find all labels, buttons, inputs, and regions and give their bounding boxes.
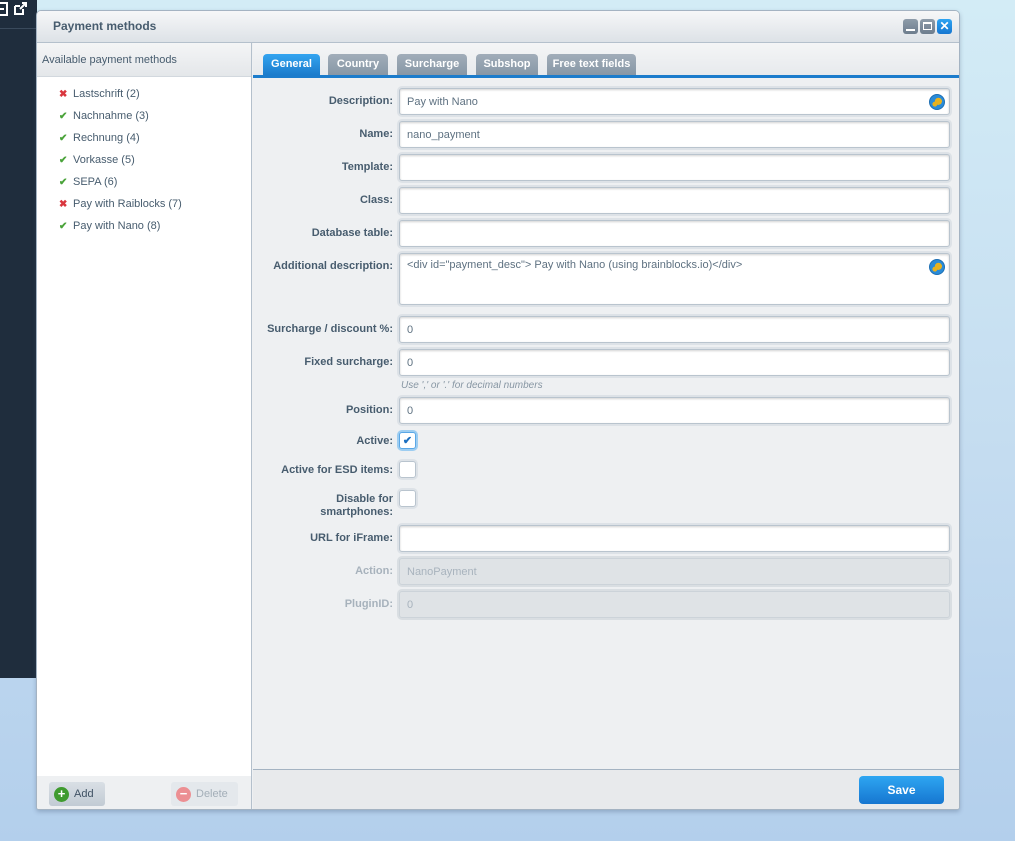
cross-icon: ✖ — [59, 88, 68, 100]
method-list-item[interactable]: ✔ Rechnung (4) — [37, 127, 251, 149]
add-button[interactable]: + Add — [49, 782, 105, 806]
window-titlebar[interactable]: Payment methods ✕ — [37, 11, 959, 43]
tab-country[interactable]: Country — [328, 54, 388, 75]
method-list-item[interactable]: ✖ Pay with Raiblocks (7) — [37, 193, 251, 215]
method-label: Pay with Nano (8) — [73, 220, 161, 232]
active-esd-checkbox[interactable] — [399, 461, 416, 478]
method-list-item[interactable]: ✔ SEPA (6) — [37, 171, 251, 193]
description-label: Description: — [328, 95, 393, 107]
url-iframe-label: URL for iFrame: — [310, 532, 393, 544]
tab-free-text-fields[interactable]: Free text fields — [547, 54, 636, 75]
minimize-icon — [906, 29, 915, 31]
tab-general[interactable]: General — [263, 54, 320, 75]
database-table-label: Database table: — [311, 227, 393, 239]
plugin-id-label: PluginID: — [344, 598, 393, 610]
surcharge-discount-label: Surcharge / discount %: — [267, 323, 393, 335]
maximize-button[interactable] — [920, 19, 935, 34]
disable-smartphones-label-line2: smartphones: — [320, 506, 393, 518]
template-input[interactable] — [399, 154, 950, 181]
translation-globe-icon[interactable] — [929, 94, 945, 110]
name-label: Name: — [359, 128, 393, 140]
background-sidebar — [0, 0, 37, 678]
tab-surcharge[interactable]: Surcharge — [397, 54, 467, 75]
bottom-toolbar: Save — [253, 769, 959, 809]
method-list: ✖ Lastschrift (2) ✔ Nachnahme (3) ✔ Rechnung … — [37, 77, 251, 237]
close-button[interactable]: ✕ — [937, 19, 952, 34]
method-list-item[interactable]: ✔ Pay with Nano (8) — [37, 215, 251, 237]
method-label: Lastschrift (2) — [73, 88, 140, 100]
tab-bar: General Country Surcharge Subshop Free t… — [253, 43, 959, 78]
fixed-surcharge-input[interactable]: 0 — [399, 349, 950, 376]
save-button[interactable]: Save — [859, 776, 944, 804]
additional-description-value: <div id="payment_desc"> Pay with Nano (u… — [407, 259, 743, 271]
cross-icon: ✖ — [59, 198, 68, 210]
check-icon: ✔ — [59, 110, 68, 122]
method-list-item[interactable]: ✔ Vorkasse (5) — [37, 149, 251, 171]
left-panel-header: Available payment methods — [37, 43, 251, 77]
maximize-icon — [923, 22, 932, 30]
fixed-surcharge-label: Fixed surcharge: — [304, 356, 393, 368]
check-icon: ✔ — [59, 220, 68, 232]
surcharge-discount-input[interactable]: 0 — [399, 316, 950, 343]
check-icon: ✔ — [59, 154, 68, 166]
minimize-button[interactable] — [903, 19, 918, 34]
method-label: Vorkasse (5) — [73, 154, 135, 166]
delete-label: Delete — [196, 788, 228, 800]
method-label: Nachnahme (3) — [73, 110, 149, 122]
class-input[interactable] — [399, 187, 950, 214]
minus-icon: − — [176, 786, 191, 802]
additional-description-label: Additional description: — [273, 260, 393, 272]
left-panel-footer: + Add − Delete — [37, 776, 251, 809]
template-label: Template: — [341, 161, 393, 173]
check-icon: ✔ — [59, 176, 68, 188]
action-input: NanoPayment — [399, 558, 950, 585]
method-label: Rechnung (4) — [73, 132, 140, 144]
class-label: Class: — [359, 194, 393, 206]
active-label: Active: — [356, 435, 393, 447]
url-iframe-input[interactable] — [399, 525, 950, 552]
action-label: Action: — [355, 565, 393, 577]
payment-methods-tree: Available payment methods ✖ Lastschrift (… — [37, 43, 252, 809]
decimal-hint: Use ',' or '.' for decimal numbers — [401, 380, 543, 391]
window-title: Payment methods — [53, 19, 157, 33]
disable-smartphones-checkbox[interactable] — [399, 490, 416, 507]
active-checkbox[interactable]: ✔ — [399, 432, 416, 449]
detail-panel: General Country Surcharge Subshop Free t… — [253, 43, 959, 809]
check-icon: ✔ — [59, 132, 68, 144]
active-esd-label: Active for ESD items: — [281, 464, 393, 476]
method-label: SEPA (6) — [73, 176, 118, 188]
disable-smartphones-label-line1: Disable for — [336, 493, 393, 505]
database-table-input[interactable] — [399, 220, 950, 247]
method-label: Pay with Raiblocks (7) — [73, 198, 182, 210]
external-link-icon[interactable] — [13, 2, 27, 16]
description-value: Pay with Nano — [407, 96, 478, 108]
collapse-icon[interactable] — [0, 2, 8, 16]
position-label: Position: — [345, 404, 393, 416]
delete-button[interactable]: − Delete — [171, 782, 238, 806]
description-input[interactable]: Pay with Nano — [399, 88, 950, 115]
method-list-item[interactable]: ✔ Nachnahme (3) — [37, 105, 251, 127]
payment-methods-window: Payment methods ✕ Available payment meth… — [36, 10, 960, 810]
plugin-id-input: 0 — [399, 591, 950, 618]
plus-icon: + — [54, 786, 69, 802]
add-label: Add — [74, 788, 94, 800]
sidebar-divider — [0, 28, 37, 29]
name-input[interactable]: nano_payment — [399, 121, 950, 148]
close-icon: ✕ — [939, 19, 950, 33]
translation-globe-icon[interactable] — [929, 259, 945, 275]
additional-description-textarea[interactable]: <div id="payment_desc"> Pay with Nano (u… — [399, 253, 950, 305]
tab-subshop[interactable]: Subshop — [476, 54, 538, 75]
disable-smartphones-label: Disable for smartphones: — [253, 493, 393, 519]
method-list-item[interactable]: ✖ Lastschrift (2) — [37, 83, 251, 105]
checkmark-icon: ✔ — [402, 435, 413, 447]
position-input[interactable]: 0 — [399, 397, 950, 424]
